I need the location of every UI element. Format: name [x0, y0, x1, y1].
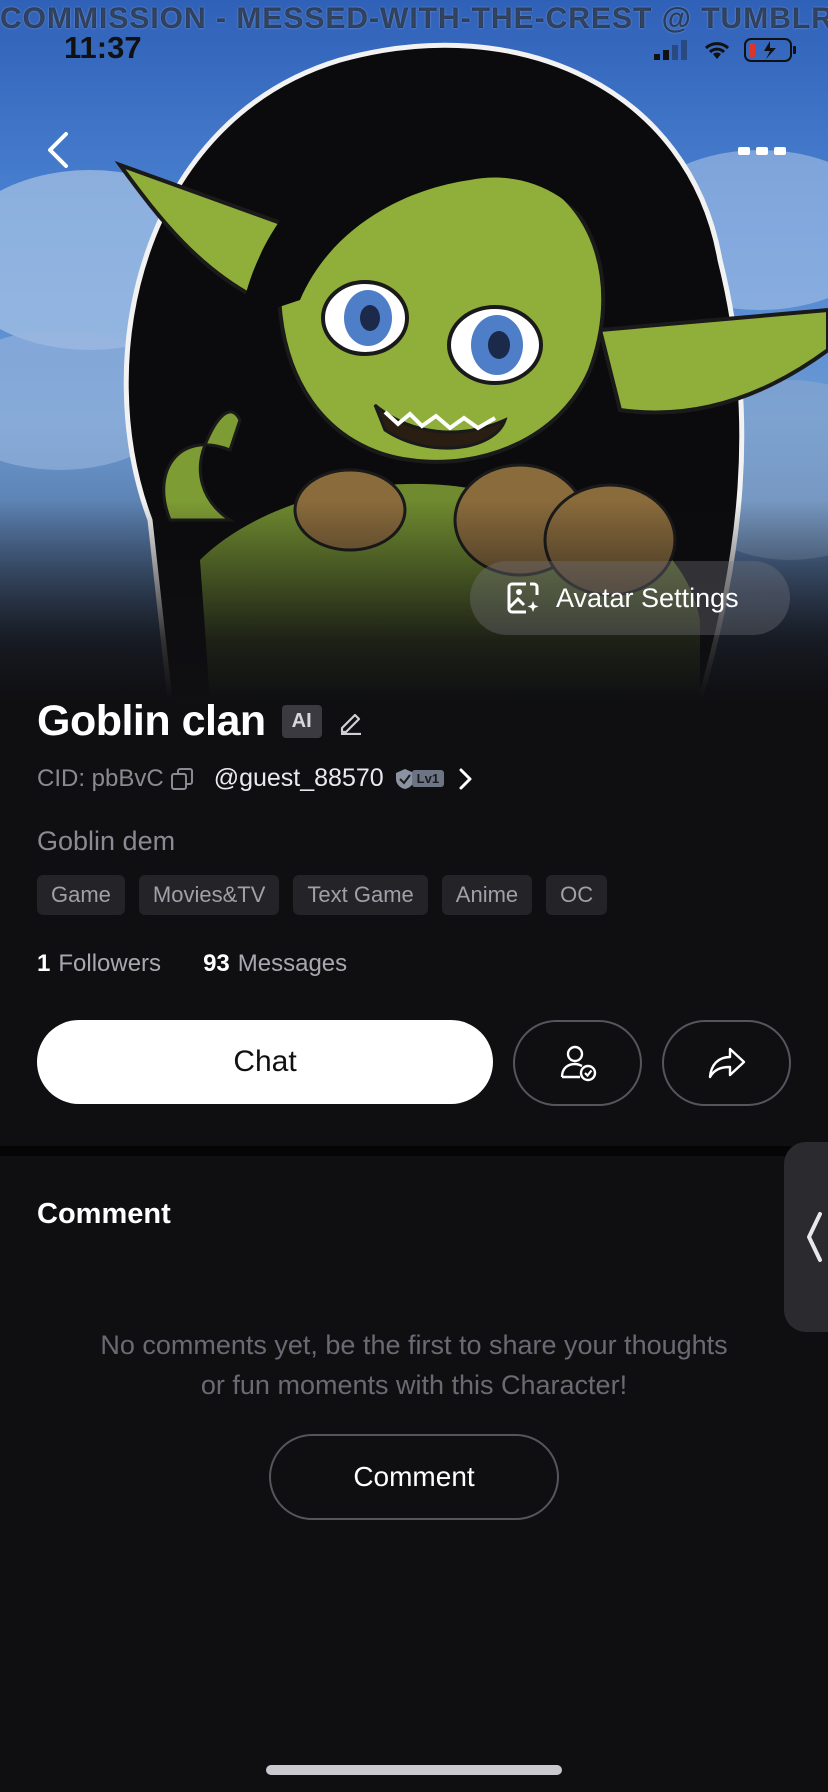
tag-chip[interactable]: Text Game	[293, 875, 428, 915]
stats-row: 1 Followers 93 Messages	[37, 950, 347, 978]
share-arrow-icon	[708, 1047, 745, 1079]
followers-stat[interactable]: 1 Followers	[37, 950, 161, 978]
character-name-row: Goblin clan AI	[37, 697, 364, 746]
tag-chip[interactable]: OC	[546, 875, 608, 915]
chevron-left-icon	[807, 1212, 822, 1262]
share-button[interactable]	[662, 1020, 791, 1106]
character-id: CID: pbBvC	[37, 764, 164, 792]
side-panel-handle[interactable]	[784, 1142, 828, 1332]
id-row: CID: pbBvC @guest_88570 Lv1	[37, 764, 474, 793]
character-avatar-hero: COMMISSION - MESSED-WITH-THE-CREST @ TUM…	[0, 0, 828, 700]
chat-button[interactable]: Chat	[37, 1020, 493, 1104]
chevron-right-icon	[459, 768, 472, 789]
status-time: 11:37	[64, 30, 142, 65]
wifi-icon	[704, 42, 730, 59]
status-icons	[654, 38, 798, 62]
messages-label: Messages	[237, 950, 348, 977]
messages-stat: 93 Messages	[203, 950, 347, 978]
messages-count: 93	[203, 950, 230, 977]
write-comment-button[interactable]: Comment	[269, 1434, 559, 1520]
ai-badge: AI	[281, 705, 322, 738]
signal-icon	[654, 40, 687, 60]
chevron-left-icon	[48, 132, 68, 168]
character-name: Goblin clan	[37, 697, 266, 745]
section-divider	[0, 1146, 828, 1156]
tag-chip[interactable]: Movies&TV	[138, 875, 280, 915]
creator-username[interactable]: @guest_88570	[214, 764, 384, 793]
battery-icon	[744, 38, 796, 62]
more-options-button[interactable]	[732, 136, 792, 166]
tag-chip[interactable]: Game	[37, 875, 125, 915]
action-buttons: Chat	[37, 1020, 791, 1106]
more-dot	[774, 147, 786, 155]
copy-icon	[170, 767, 193, 790]
image-settings-icon	[507, 582, 539, 614]
more-dot	[756, 147, 768, 155]
follow-button[interactable]	[513, 1020, 642, 1106]
more-dot	[738, 147, 750, 155]
copy-id-button[interactable]	[170, 767, 194, 791]
tag-list: Game Movies&TV Text Game Anime OC	[37, 875, 608, 915]
empty-message-line: No comments yet, be the first to share y…	[100, 1330, 728, 1360]
avatar-settings-button[interactable]: Avatar Settings	[470, 561, 790, 635]
back-button[interactable]	[36, 124, 80, 176]
avatar-settings-label: Avatar Settings	[556, 582, 739, 613]
followers-label: Followers	[58, 950, 162, 977]
edit-button[interactable]	[338, 709, 364, 735]
character-description: Goblin dem	[37, 826, 176, 856]
tag-chip[interactable]: Anime	[441, 875, 533, 915]
comments-section-title: Comment	[37, 1198, 171, 1230]
pencil-icon	[340, 713, 361, 735]
empty-comments-message: No comments yet, be the first to share y…	[40, 1325, 788, 1405]
level-label: Lv1	[411, 770, 445, 787]
empty-message-line: or fun moments with this Character!	[200, 1370, 628, 1400]
level-badge: Lv1	[394, 768, 445, 790]
followers-count: 1	[37, 950, 51, 977]
user-check-icon	[560, 1045, 596, 1082]
home-indicator[interactable]	[266, 1765, 562, 1775]
creator-profile-link[interactable]	[458, 767, 474, 791]
